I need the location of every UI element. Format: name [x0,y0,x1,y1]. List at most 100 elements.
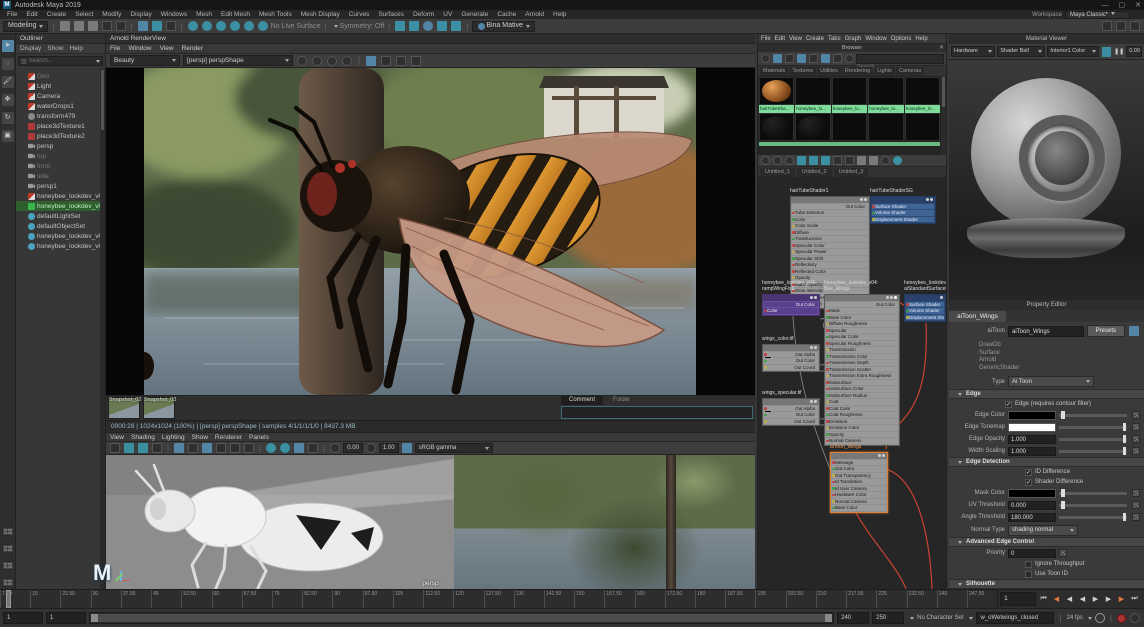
browser-tab[interactable]: Textures [789,67,817,76]
wireframe-icon[interactable] [174,443,185,453]
close-button[interactable]: ✕ [1135,1,1141,9]
normal-type-dropdown[interactable]: shading normal [1008,524,1078,536]
playback-loop-icon[interactable] [1094,613,1105,623]
menu-item[interactable]: Generate [457,11,492,18]
step-forward-key-button[interactable]: ▶ [1116,595,1127,603]
node-aistandardsurface-head-sg[interactable]: honeybee_lookdev_v04:aiStandardSurfaceHe… [904,280,946,322]
save-scene-icon[interactable] [87,21,98,31]
node-attr-row[interactable]: Specular Power [792,249,868,255]
node-attr-row[interactable]: Out Color [764,358,818,364]
outliner-item[interactable]: honeybee_lookdev_v04c [16,191,100,201]
node-graph-canvas[interactable]: hairTubeShader1 Out Color Tube Direction… [758,177,946,589]
back-icon[interactable] [761,54,770,63]
make-live-icon[interactable] [257,21,268,31]
outliner-item[interactable]: waterDrops1 [16,101,100,111]
bookmark-icon[interactable] [138,443,148,453]
outliner-menu-item[interactable]: Show [47,45,63,52]
pause-icon[interactable]: ❚❚ [1114,48,1124,55]
snapshot-camera-icon[interactable] [1102,46,1112,57]
browser-tab[interactable]: Lights [874,67,895,76]
material-swatch[interactable] [831,77,868,105]
node-aitoon-wings[interactable]: aiToon_Wings Message Out Color Out Transpa… [830,444,888,513]
auto-key-icon[interactable] [1117,613,1126,623]
graph-editor-tab[interactable]: Untitled_3 [833,168,869,177]
refresh-render-icon[interactable] [327,55,337,66]
menu-item[interactable]: Deform [409,11,438,18]
viewport-menu-item[interactable]: Show [192,434,208,441]
node-attr-row[interactable]: Id User Camera [832,485,886,492]
outliner-item[interactable]: persp [16,141,100,151]
node-out-port[interactable]: Out Color [792,203,868,210]
node-attr-row[interactable]: Hardware Color [832,492,886,498]
hypershade-menu-item[interactable]: Graph [845,36,862,42]
go-to-start-button[interactable]: ⏮ [1038,595,1049,603]
hypershade-menu-item[interactable]: Options [891,36,912,42]
outliner-item[interactable]: transform479 [16,111,100,121]
range-slider[interactable] [89,612,835,624]
edge-detection-header[interactable]: Edge Detection [966,459,1010,465]
isolate-select-icon[interactable] [266,443,277,453]
shader-ball-preview[interactable] [949,60,1144,300]
camera-gate-icon[interactable] [308,443,319,453]
output-connections-icon[interactable] [773,156,782,165]
animation-preferences-icon[interactable] [1130,613,1140,623]
outliner-item[interactable]: place3dTexture1 [16,121,100,131]
shadows-icon[interactable] [230,443,241,453]
render-settings-icon[interactable] [423,21,434,31]
layout-hypershade-button[interactable] [1,578,14,587]
folder-tab[interactable]: Folder [605,396,638,405]
list-view-icon[interactable] [785,54,794,63]
node-attr-row[interactable]: Tube Direction [792,210,868,216]
render-image-area[interactable] [106,68,755,395]
step-back-frame-button[interactable]: ◀ [1064,595,1075,603]
priority-field[interactable]: 0 [1008,548,1056,558]
layout-persp-outliner-button[interactable] [1,561,14,570]
hypershade-menu-item[interactable]: Create [806,36,824,42]
outliner-item[interactable]: Camera [16,91,100,101]
clear-graph-icon[interactable] [821,156,830,165]
start-ipr-icon[interactable] [297,55,307,66]
io-connections-icon[interactable] [785,156,794,165]
material-swatch[interactable] [831,113,868,141]
hypershade-menu-item[interactable]: Help [915,36,927,42]
rearrange-graph-icon[interactable] [809,156,818,165]
node-attr-row[interactable]: Reflected Color [792,268,868,275]
browser-search[interactable] [856,53,944,70]
edge-opacity-field[interactable]: 1.000 [1008,434,1056,444]
chevron-down-icon[interactable] [969,616,974,620]
section-collapse-icon[interactable] [958,460,962,464]
edge-enable-checkbox[interactable]: ✓ [1005,400,1012,408]
viewer-shape-dropdown[interactable]: Shader Ball [997,46,1046,57]
layout-single-pane-button[interactable] [1,527,14,536]
zoom-icon[interactable] [881,156,890,165]
material-swatch[interactable] [904,77,940,105]
show-hide-icon[interactable] [1129,326,1139,336]
id-difference-checkbox[interactable]: ✓ [1025,468,1032,476]
node-attr-row[interactable]: Out Alpha [764,405,818,412]
node-attr-row[interactable]: Volume Shader [906,308,944,314]
animation-end-field[interactable]: 250 [872,612,905,624]
node-attr-row[interactable]: Normal Camera [826,438,898,444]
uv-threshold-slider[interactable] [1059,501,1127,509]
viewport-menu-item[interactable]: Panels [249,434,269,441]
node-attr-row[interactable]: Specular Color [792,242,868,249]
presets-button[interactable]: Presets [1086,325,1125,337]
node-attr-row[interactable]: Diffuse [792,229,868,236]
camera-lock-icon[interactable] [110,443,120,453]
edge-color-slider[interactable] [1059,411,1127,419]
menu-item[interactable]: Edit Mesh [217,11,254,18]
channel-box-toggle-icon[interactable] [1130,21,1140,31]
outliner-scrollbar[interactable] [100,69,105,589]
browser-tab[interactable]: Utilities [817,67,841,76]
map-button[interactable] [1132,501,1140,509]
step-back-key-button[interactable]: ◀ [1051,595,1062,603]
fps-dropdown[interactable]: 24 fps [1067,612,1092,624]
property-editor-title[interactable]: Property Editor [949,300,1144,310]
snapshot-thumbnail[interactable]: Snapshot_02 [108,397,141,419]
ab-compare-icon[interactable] [342,55,352,66]
node-attr-row[interactable]: Transmission Depth [826,360,898,366]
map-button[interactable] [1132,435,1140,443]
silhouette-header[interactable]: Silhouette [966,581,995,587]
node-attr-row[interactable]: Reflectivity [792,262,868,268]
map-button[interactable] [1132,489,1140,497]
